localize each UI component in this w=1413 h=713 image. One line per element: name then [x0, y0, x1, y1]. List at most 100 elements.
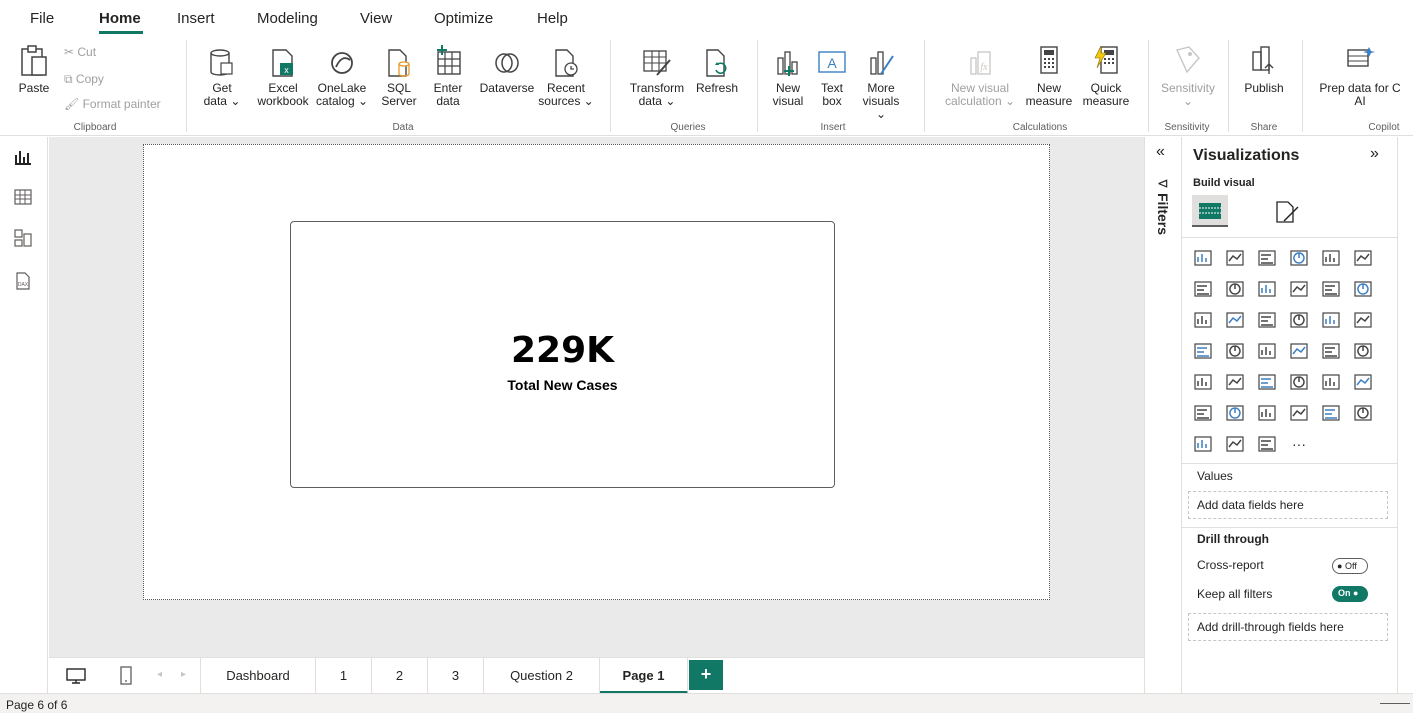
card-visual[interactable]: 229K Total New Cases: [290, 221, 835, 488]
prep-data-for-ai-button[interactable]: Prep data for C AI: [1312, 44, 1408, 108]
area-chart-icon[interactable]: [1224, 278, 1246, 300]
waterfall-icon[interactable]: [1224, 309, 1246, 331]
desktop-layout-icon[interactable]: [65, 667, 87, 685]
menu-home[interactable]: Home: [99, 10, 141, 27]
mobile-layout-icon[interactable]: [119, 666, 133, 686]
format-painter-button[interactable]: 🖌 Format painter: [64, 97, 161, 111]
copy-button[interactable]: ⧉ Copy: [64, 72, 104, 87]
paste-button[interactable]: Paste: [14, 44, 54, 95]
more-visuals-icon[interactable]: ···: [1288, 433, 1310, 455]
power-apps-icon[interactable]: [1224, 433, 1246, 455]
dax-query-view-icon[interactable]: DAX: [13, 271, 33, 291]
pie-icon[interactable]: [1320, 309, 1342, 331]
stacked-area-icon[interactable]: [1256, 278, 1278, 300]
table-icon[interactable]: [1288, 371, 1310, 393]
donut-icon[interactable]: [1352, 309, 1374, 331]
stacked-column-icon[interactable]: [1288, 247, 1310, 269]
sql-server-button[interactable]: SQL Server: [380, 48, 418, 108]
page-tab-dashboard[interactable]: Dashboard: [200, 658, 316, 694]
kpi-icon[interactable]: [1224, 371, 1246, 393]
narrative-icon[interactable]: [1320, 402, 1342, 424]
line-chart-icon[interactable]: [1192, 278, 1214, 300]
cross-report-toggle[interactable]: ● Off: [1332, 558, 1368, 574]
format-visual-icon[interactable]: [1274, 199, 1300, 225]
new-measure-label-2: measure: [1025, 94, 1073, 108]
decomposition-tree-icon[interactable]: [1256, 402, 1278, 424]
stacked-bar-icon[interactable]: [1192, 247, 1214, 269]
line-stacked-icon[interactable]: [1352, 278, 1374, 300]
transform-data-button[interactable]: Transform data ⌄: [624, 48, 690, 108]
cut-button[interactable]: ✂ Cut: [64, 45, 96, 59]
matrix-icon[interactable]: [1320, 371, 1342, 393]
100-column-icon[interactable]: [1352, 247, 1374, 269]
drill-through-drop-zone[interactable]: Add drill-through fields here: [1188, 613, 1388, 641]
enter-data-button[interactable]: Enter data: [428, 44, 468, 108]
onelake-catalog-button[interactable]: OneLake catalog ⌄: [314, 48, 370, 108]
page-tab-3[interactable]: 3: [428, 658, 484, 694]
zoom-slider[interactable]: [1380, 703, 1410, 704]
model-view-icon[interactable]: [14, 229, 32, 247]
new-visual-calculation-button[interactable]: fx New visual calculation ⌄: [940, 48, 1020, 108]
filters-pane-collapsed[interactable]: « ⊲ Filters: [1144, 137, 1182, 693]
page-tab-2[interactable]: 2: [372, 658, 428, 694]
expand-pane-icon[interactable]: »: [1370, 145, 1379, 163]
multirow-card-icon[interactable]: [1192, 371, 1214, 393]
paginated-report-icon[interactable]: [1192, 433, 1214, 455]
menu-modeling[interactable]: Modeling: [257, 10, 318, 27]
line-column-icon[interactable]: [1320, 278, 1342, 300]
r-visual-icon[interactable]: [1352, 371, 1374, 393]
add-page-button[interactable]: +: [689, 660, 723, 690]
scatter-icon[interactable]: [1288, 309, 1310, 331]
copy-label: Copy: [75, 72, 104, 86]
data-pane-collapsed[interactable]: [1397, 137, 1413, 693]
collapse-filters-icon[interactable]: «: [1156, 143, 1165, 161]
report-view-icon[interactable]: [14, 149, 32, 165]
publish-button[interactable]: Publish: [1236, 44, 1292, 95]
menu-optimize[interactable]: Optimize: [434, 10, 493, 27]
next-page-icon[interactable]: ▸: [181, 669, 186, 680]
metrics-icon[interactable]: [1352, 402, 1374, 424]
card-icon[interactable]: [1352, 340, 1374, 362]
page-tab-1[interactable]: 1: [316, 658, 372, 694]
text-box-button[interactable]: A Text box: [812, 48, 852, 108]
treemap-icon[interactable]: [1192, 340, 1214, 362]
menu-help[interactable]: Help: [537, 10, 568, 27]
sensitivity-button[interactable]: Sensitivity ⌄: [1156, 44, 1220, 108]
menu-insert[interactable]: Insert: [177, 10, 215, 27]
filled-map-icon[interactable]: [1256, 340, 1278, 362]
qa-icon[interactable]: [1288, 402, 1310, 424]
dataverse-button[interactable]: Dataverse: [474, 48, 540, 95]
power-automate-icon[interactable]: [1256, 433, 1278, 455]
values-drop-zone[interactable]: Add data fields here: [1188, 491, 1388, 519]
filters-label: Filters: [1155, 193, 1171, 236]
get-data-button[interactable]: Get data ⌄: [200, 48, 244, 108]
clustered-column-icon[interactable]: [1224, 247, 1246, 269]
menu-view[interactable]: View: [360, 10, 392, 27]
table-view-icon[interactable]: [14, 189, 32, 205]
excel-workbook-button[interactable]: x Excel workbook: [250, 48, 316, 108]
values-well-label: Values: [1197, 469, 1233, 483]
ribbon-chart-icon[interactable]: [1192, 309, 1214, 331]
menu-file[interactable]: File: [30, 10, 54, 27]
keep-all-filters-toggle[interactable]: On ●: [1332, 586, 1368, 602]
quick-measure-button[interactable]: Quick measure: [1078, 44, 1134, 108]
gauge-icon[interactable]: [1320, 340, 1342, 362]
prev-page-icon[interactable]: ◂: [157, 669, 162, 680]
new-visual-button[interactable]: New visual: [768, 48, 808, 108]
map-icon[interactable]: [1224, 340, 1246, 362]
key-influencers-icon[interactable]: [1224, 402, 1246, 424]
recent-sources-button[interactable]: Recent sources ⌄: [536, 48, 596, 108]
100-bar-icon[interactable]: [1320, 247, 1342, 269]
clustered-bar-icon[interactable]: [1256, 247, 1278, 269]
more-visuals-button[interactable]: More visuals ⌄: [856, 48, 906, 121]
new-measure-button[interactable]: New measure: [1024, 44, 1074, 108]
refresh-button[interactable]: Refresh: [690, 48, 744, 95]
python-visual-icon[interactable]: [1192, 402, 1214, 424]
page-tab-question-2[interactable]: Question 2: [484, 658, 600, 694]
slicer-icon[interactable]: [1256, 371, 1278, 393]
azure-map-icon[interactable]: [1288, 340, 1310, 362]
page-tab-page-1[interactable]: Page 1: [600, 658, 688, 694]
funnel-icon[interactable]: [1256, 309, 1278, 331]
ribbon-area-icon[interactable]: [1288, 278, 1310, 300]
build-visual-tab[interactable]: [1192, 195, 1228, 227]
